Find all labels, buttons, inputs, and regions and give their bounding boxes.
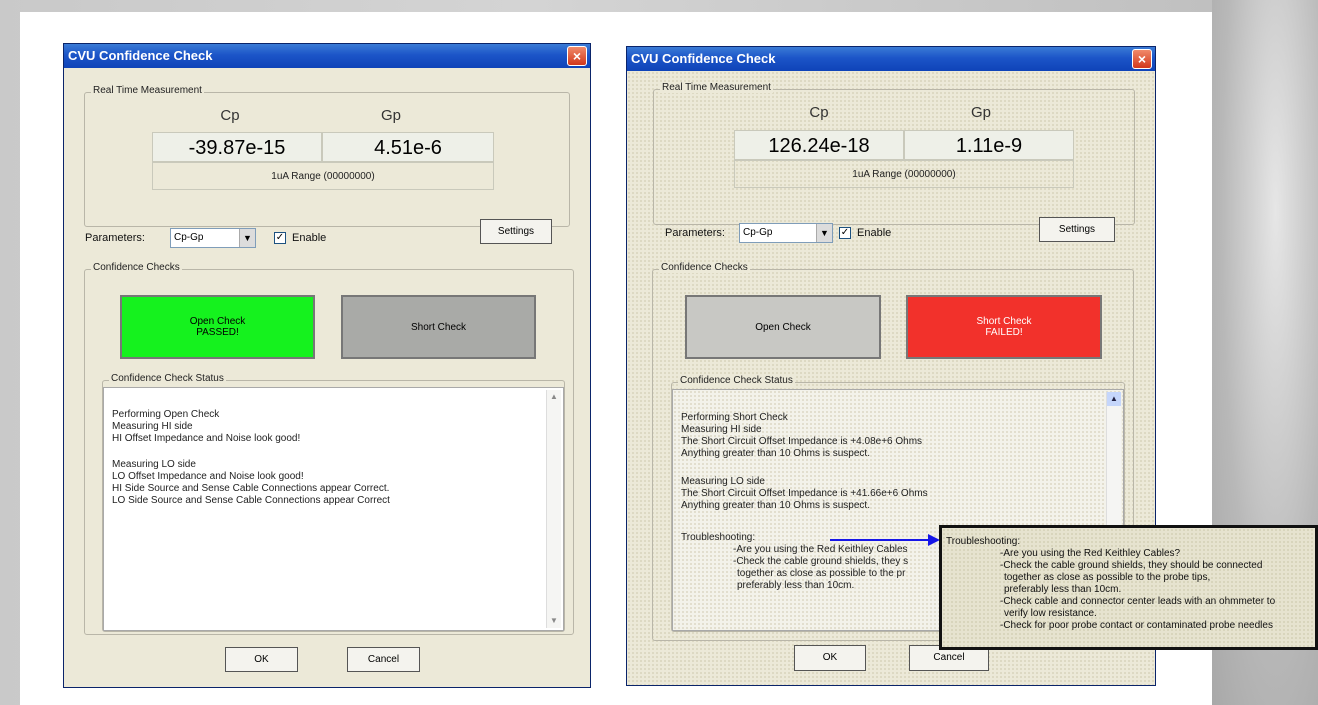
settings-button[interactable]: Settings (480, 219, 552, 244)
ok-button[interactable]: OK (794, 645, 866, 671)
status-line: HI Side Source and Sense Cable Connectio… (112, 483, 390, 494)
title-bar: CVU Confidence Check × (64, 44, 590, 68)
real-time-measurement-group: Real Time Measurement Cp Gp 126.24e-18 1… (653, 82, 1135, 225)
confidence-checks-group: Confidence Checks Open Check PASSED! Sho… (84, 262, 574, 635)
callout-line: -Check cable and connector center leads … (1000, 596, 1276, 607)
parameters-value: Cp-Gp (743, 227, 773, 238)
status-line: The Short Circuit Offset Impedance is +4… (681, 436, 923, 447)
status-line: Measuring HI side (681, 424, 762, 435)
scroll-up-icon[interactable]: ▲ (1107, 392, 1121, 406)
group-label: Confidence Check Status (678, 375, 795, 386)
callout-line: Troubleshooting: (946, 536, 1021, 547)
parameters-label: Parameters: (85, 232, 145, 244)
short-check-button[interactable]: Short Check FAILED! (906, 295, 1102, 359)
scroll-down-icon[interactable]: ▼ (547, 614, 561, 628)
status-line: Anything greater than 10 Ohms is suspect… (681, 500, 870, 511)
gp-value: 1.11e-9 (904, 130, 1074, 160)
gp-value: 4.51e-6 (322, 132, 494, 162)
chevron-down-icon[interactable]: ▼ (816, 224, 832, 242)
callout-line: together as close as possible to the pro… (1004, 572, 1211, 583)
cp-value: 126.24e-18 (734, 130, 904, 160)
vertical-scrollbar[interactable]: ▲ ▼ (546, 390, 561, 628)
group-label: Confidence Check Status (109, 373, 226, 384)
status-line: preferably less than 10cm. (737, 580, 855, 591)
group-label: Real Time Measurement (91, 85, 204, 96)
open-check-status: PASSED! (196, 327, 239, 338)
open-check-label: Open Check (189, 316, 246, 327)
callout-line: -Check for poor probe contact or contami… (1000, 620, 1273, 631)
troubleshooting-callout: Troubleshooting: -Are you using the Red … (939, 525, 1318, 650)
status-line: Troubleshooting: (681, 532, 756, 543)
enable-checkbox[interactable]: ✓ (274, 232, 286, 244)
status-line: HI Offset Impedance and Noise look good! (112, 433, 301, 444)
short-check-status: FAILED! (985, 327, 1023, 338)
cancel-button[interactable]: Cancel (347, 647, 420, 672)
status-line: Measuring HI side (112, 421, 193, 432)
group-label: Confidence Checks (659, 262, 750, 273)
chevron-down-icon[interactable]: ▼ (239, 229, 255, 247)
real-time-measurement-group: Real Time Measurement Cp Gp -39.87e-15 4… (84, 85, 570, 227)
settings-button[interactable]: Settings (1039, 217, 1115, 242)
window-title: CVU Confidence Check (631, 51, 776, 66)
status-line: -Check the cable ground shields, they s (733, 556, 909, 567)
cp-header: Cp (809, 104, 829, 121)
enable-checkbox[interactable]: ✓ (839, 227, 851, 239)
callout-line: -Check the cable ground shields, they sh… (1000, 560, 1263, 571)
cp-value: -39.87e-15 (152, 132, 322, 162)
scroll-up-icon[interactable]: ▲ (547, 390, 561, 404)
confidence-check-status-group: Confidence Check Status Performing Open … (102, 373, 565, 632)
parameters-label: Parameters: (665, 227, 725, 239)
ok-button[interactable]: OK (225, 647, 298, 672)
status-line: The Short Circuit Offset Impedance is +4… (681, 488, 928, 499)
close-button[interactable]: × (567, 46, 587, 66)
window-title: CVU Confidence Check (68, 48, 213, 63)
status-line: together as close as possible to the pr (737, 568, 906, 579)
status-line: Measuring LO side (112, 459, 196, 470)
status-line: LO Offset Impedance and Noise look good! (112, 471, 304, 482)
status-line: Anything greater than 10 Ohms is suspect… (681, 448, 870, 459)
dialog-window-open-check: CVU Confidence Check × Real Time Measure… (63, 43, 591, 688)
open-check-button[interactable]: Open Check PASSED! (120, 295, 315, 359)
enable-label: Enable (292, 232, 327, 244)
status-line: Performing Short Check (681, 412, 788, 423)
status-textbox[interactable]: Performing Open Check Measuring HI side … (103, 387, 564, 631)
enable-label: Enable (857, 227, 892, 239)
parameters-value: Cp-Gp (174, 232, 204, 243)
title-bar: CVU Confidence Check × (627, 47, 1155, 71)
short-check-button[interactable]: Short Check (341, 295, 536, 359)
short-check-label: Short Check (410, 321, 467, 333)
callout-arrow (830, 534, 940, 546)
status-line: Measuring LO side (681, 476, 765, 487)
cp-header: Cp (220, 107, 240, 124)
gp-header: Gp (380, 107, 401, 124)
callout-line: preferably less than 10cm. (1004, 584, 1122, 595)
range-display: 1uA Range (00000000) (152, 162, 494, 190)
open-check-button[interactable]: Open Check (685, 295, 881, 359)
open-check-label: Open Check (755, 321, 811, 333)
short-check-label: Short Check (976, 316, 1032, 327)
parameters-select[interactable]: Cp-Gp ▼ (170, 228, 256, 248)
range-display: 1uA Range (00000000) (734, 160, 1074, 188)
gp-header: Gp (970, 104, 991, 121)
status-line: Performing Open Check (112, 409, 220, 420)
group-label: Real Time Measurement (660, 82, 773, 93)
group-label: Confidence Checks (91, 262, 182, 273)
close-button[interactable]: × (1132, 49, 1152, 69)
callout-line: -Are you using the Red Keithley Cables? (1000, 548, 1181, 559)
parameters-select[interactable]: Cp-Gp ▼ (739, 223, 833, 243)
status-line: LO Side Source and Sense Cable Connectio… (112, 495, 390, 506)
callout-line: verify low resistance. (1004, 608, 1097, 619)
